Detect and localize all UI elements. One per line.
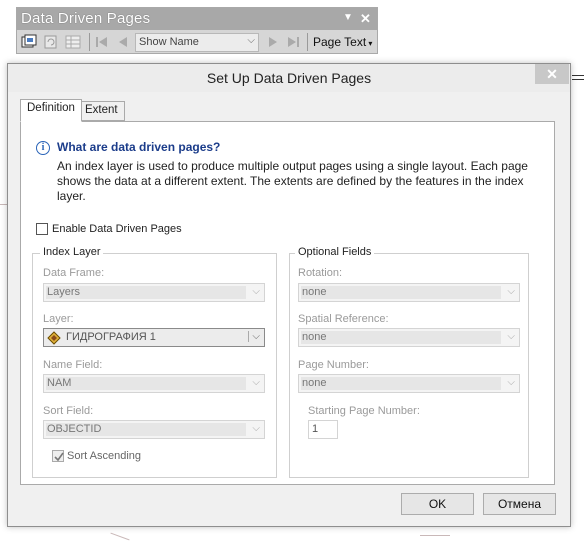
polygon-layer-icon [47,331,61,348]
page-number-label: Page Number: [298,359,369,371]
page-text-label: Page Text [313,35,367,49]
chevron-down-icon: ⌵ [248,331,260,342]
spatial-reference-label: Spatial Reference: [298,313,389,325]
index-layer-title: Index Layer [40,246,104,258]
refresh-pages-icon[interactable] [43,34,59,50]
optional-fields-title: Optional Fields [295,246,375,258]
info-body: An index layer is used to produce multip… [57,159,528,203]
layer-label: Layer: [43,313,74,325]
rotation-value: none [302,286,327,298]
chevron-down-icon: ⌵ [507,377,515,388]
rotation-label: Rotation: [298,267,343,279]
info-icon: i [36,141,50,155]
page-number-select[interactable]: none ⌵ [298,374,520,393]
rotation-select[interactable]: none ⌵ [298,283,520,302]
starting-page-label: Starting Page Number: [308,405,420,417]
chevron-down-icon: ⌵ [507,286,515,297]
info-heading: What are data driven pages? [57,140,221,154]
data-driven-pages-toolbar: Data Driven Pages ▼ ✕ Show Name ⌵ Page T… [16,7,378,54]
data-frame-select[interactable]: Layers ⌵ [43,283,265,302]
chevron-down-icon: ⌵ [247,35,255,46]
sort-ascending-checkbox[interactable] [52,450,64,462]
toolbar-menu-arrow-icon[interactable]: ▼ [343,12,353,23]
caret-down-icon: ▾ [366,39,373,48]
chevron-down-icon: ⌵ [252,377,260,388]
page-name-combo-text: Show Name [139,36,199,48]
next-page-icon[interactable] [265,34,281,50]
dialog-close-icon[interactable]: ✕ [535,64,569,84]
chevron-down-icon: ⌵ [252,423,260,434]
chevron-down-icon: ⌵ [507,331,515,342]
name-field-select[interactable]: NAM ⌵ [43,374,265,393]
enable-ddp-checkbox[interactable] [36,223,48,235]
first-page-icon[interactable] [94,34,110,50]
tab-extent[interactable]: Extent [78,101,125,121]
sort-field-value: OBJECTID [47,423,102,435]
page-name-combo[interactable]: Show Name ⌵ [135,33,259,52]
layer-select[interactable]: ГИДРОГРАФИЯ 1 ⌵ [43,328,265,347]
dialog-title: Set Up Data Driven Pages [206,70,372,86]
checkmark-icon [54,452,64,462]
previous-page-icon[interactable] [115,34,131,50]
sort-field-label: Sort Field: [43,405,94,417]
ok-button[interactable]: OK [401,493,474,515]
last-page-icon[interactable] [285,34,301,50]
sort-ascending-label[interactable]: Sort Ascending [67,450,141,462]
data-frame-value: Layers [47,286,81,298]
chevron-down-icon: ⌵ [252,286,260,297]
page-table-icon[interactable] [65,34,81,50]
enable-ddp-label[interactable]: Enable Data Driven Pages [52,223,182,235]
starting-page-input[interactable]: 1 [308,420,338,439]
definition-panel: i What are data driven pages? An index l… [20,121,555,485]
data-frame-label: Data Frame: [43,267,105,279]
sort-field-select[interactable]: OBJECTID ⌵ [43,420,265,439]
spatial-reference-value: none [302,331,327,343]
cancel-button[interactable]: Отмена [483,493,556,515]
name-field-label: Name Field: [43,359,103,371]
setup-dialog: Set Up Data Driven Pages ✕ Definition Ex… [7,63,571,527]
page-number-value: none [302,377,327,389]
name-field-value: NAM [47,377,72,389]
setup-pages-icon[interactable] [21,34,37,50]
layer-value: ГИДРОГРАФИЯ 1 [66,331,156,343]
toolbar-title: Data Driven Pages [21,10,151,27]
tab-definition[interactable]: Definition [20,99,82,122]
toolbar-close-icon[interactable]: ✕ [360,11,371,27]
spatial-reference-select[interactable]: none ⌵ [298,328,520,347]
page-text-menu[interactable]: Page Text ▾ [313,35,372,49]
